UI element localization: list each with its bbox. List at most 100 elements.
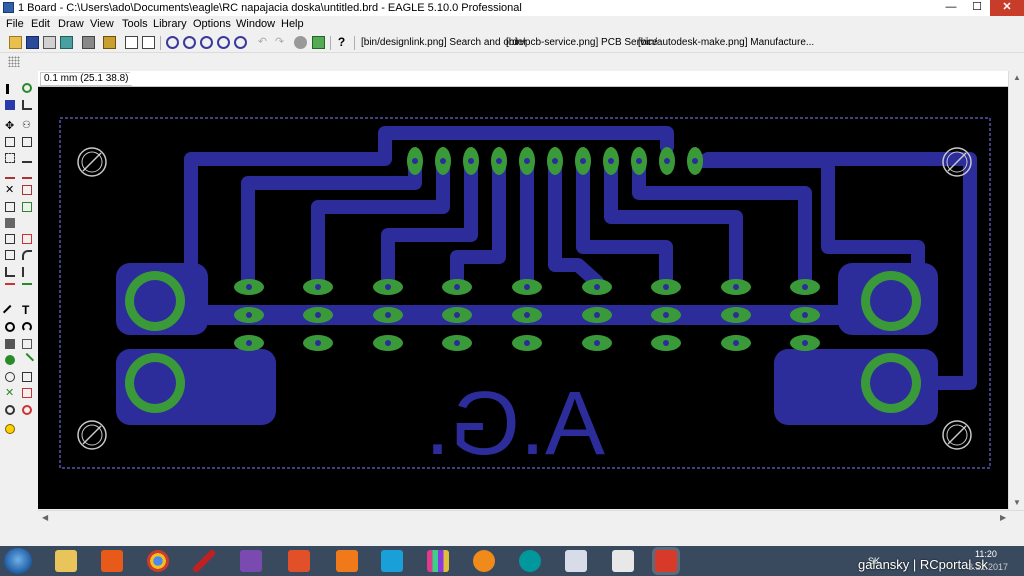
arduino-icon[interactable] xyxy=(519,550,541,572)
arc-icon[interactable] xyxy=(22,322,32,332)
menu-library[interactable]: Library xyxy=(153,18,187,30)
zoom-fit-icon[interactable] xyxy=(166,36,179,49)
delete-icon[interactable] xyxy=(22,169,32,179)
zoom-out-icon[interactable] xyxy=(200,36,213,49)
pcb-service-link[interactable]: [bin/pcb-service.png] PCB Service xyxy=(506,37,658,48)
menu-view[interactable]: View xyxy=(90,18,114,30)
stop-icon[interactable] xyxy=(294,36,307,49)
manufacture-link[interactable]: [bin/autodesk-make.png] Manufacture... xyxy=(638,37,814,48)
menu-edit[interactable]: Edit xyxy=(31,18,50,30)
split-icon[interactable]: ✕ xyxy=(5,185,15,196)
undo-icon[interactable]: ↶ xyxy=(256,36,269,49)
menu-file[interactable]: File xyxy=(6,18,24,30)
menu-options[interactable]: Options xyxy=(193,18,231,30)
group-icon[interactable] xyxy=(5,153,15,163)
explorer-icon[interactable] xyxy=(55,550,77,572)
display-icon[interactable] xyxy=(5,100,15,110)
cam-processor-icon[interactable] xyxy=(60,36,73,49)
bars-app-icon[interactable] xyxy=(427,550,449,572)
name-icon[interactable] xyxy=(5,202,15,212)
scroll-left-icon[interactable]: ◀ xyxy=(42,513,48,522)
box-app-icon[interactable] xyxy=(612,550,634,572)
ripup-icon[interactable] xyxy=(22,267,32,277)
menu-tools[interactable]: Tools xyxy=(122,18,148,30)
media-player-icon[interactable] xyxy=(101,550,123,572)
zoom-in-icon[interactable] xyxy=(183,36,196,49)
paste-icon[interactable] xyxy=(5,169,15,179)
visual-studio-icon[interactable] xyxy=(240,550,262,572)
board-canvas[interactable]: A.G. xyxy=(38,87,1008,509)
vertical-scrollbar[interactable]: ▲ ▼ xyxy=(1008,71,1024,510)
menu-window[interactable]: Window xyxy=(236,18,275,30)
eagle-taskbar-icon[interactable] xyxy=(655,550,677,572)
help-icon[interactable]: ? xyxy=(335,36,348,49)
ulp-icon[interactable] xyxy=(125,36,138,49)
rect-icon[interactable] xyxy=(5,339,15,349)
red-app-icon[interactable] xyxy=(193,550,215,572)
lock-icon[interactable] xyxy=(5,218,15,228)
ratsnest-icon[interactable] xyxy=(22,283,32,293)
text-icon[interactable]: T xyxy=(22,304,32,316)
warning-icon[interactable] xyxy=(5,424,15,434)
autoroute-icon[interactable] xyxy=(5,283,15,293)
scroll-right-icon[interactable]: ▶ xyxy=(1000,513,1006,522)
via-icon[interactable] xyxy=(5,355,15,365)
optimize-icon[interactable] xyxy=(22,250,32,260)
smash-icon[interactable] xyxy=(5,234,15,244)
eagle-app-icon[interactable] xyxy=(3,2,14,13)
wire-icon[interactable] xyxy=(2,304,18,320)
info-icon[interactable] xyxy=(6,84,9,94)
mirror-icon[interactable] xyxy=(5,137,15,147)
maximize-button[interactable]: ☐ xyxy=(964,0,990,16)
scroll-up-icon[interactable]: ▲ xyxy=(1013,73,1021,82)
pcb-layout[interactable]: A.G. xyxy=(38,87,1008,509)
miter-icon[interactable] xyxy=(22,234,32,244)
scr-icon[interactable] xyxy=(142,36,155,49)
mark-icon[interactable] xyxy=(22,100,32,110)
script-icon[interactable] xyxy=(103,36,116,49)
toolbar-grip[interactable] xyxy=(8,56,20,67)
rotate-icon[interactable] xyxy=(22,137,32,147)
value-icon[interactable] xyxy=(22,202,32,212)
save-icon[interactable] xyxy=(26,36,39,49)
polygon-icon[interactable] xyxy=(22,339,32,349)
move-icon[interactable]: ✥ xyxy=(5,121,15,132)
designlink-link[interactable]: [bin/designlink.png] Search and order xyxy=(361,37,527,48)
dimension-icon[interactable]: ✕ xyxy=(5,388,15,399)
horizontal-scrollbar[interactable]: ◀ ▶ xyxy=(38,510,1024,525)
app-c-icon[interactable] xyxy=(381,550,403,572)
fusion-icon[interactable] xyxy=(336,550,358,572)
hole-icon[interactable] xyxy=(5,372,15,382)
open-icon[interactable] xyxy=(9,36,22,49)
drc-icon[interactable] xyxy=(5,405,15,415)
html5-icon[interactable] xyxy=(288,550,310,572)
errors-icon[interactable] xyxy=(22,405,32,415)
attribute-icon[interactable] xyxy=(22,372,32,382)
orange-app-icon[interactable] xyxy=(473,550,495,572)
board-schematic-icon[interactable] xyxy=(82,36,95,49)
menu-help[interactable]: Help xyxy=(281,18,304,30)
redo-icon[interactable]: ↷ xyxy=(273,36,286,49)
add-icon[interactable] xyxy=(22,185,32,195)
power-terminal-drill xyxy=(870,280,912,322)
start-button[interactable] xyxy=(4,548,32,574)
route-icon[interactable] xyxy=(5,267,15,277)
command-input[interactable] xyxy=(130,71,1013,85)
calculator-icon[interactable] xyxy=(565,550,587,572)
signal-icon[interactable] xyxy=(19,352,35,368)
zoom-redraw-icon[interactable] xyxy=(217,36,230,49)
split-wire-icon[interactable] xyxy=(5,250,15,260)
menu-draw[interactable]: Draw xyxy=(58,18,84,30)
close-button[interactable]: ✕ xyxy=(990,0,1024,16)
circle-icon[interactable] xyxy=(5,322,15,332)
chrome-icon[interactable] xyxy=(147,550,169,572)
copy-icon[interactable]: ⚇ xyxy=(22,121,32,131)
minimize-button[interactable]: — xyxy=(938,0,964,16)
change-icon[interactable] xyxy=(22,153,32,163)
ratsnest-grid-icon[interactable] xyxy=(22,388,32,398)
print-icon[interactable] xyxy=(43,36,56,49)
go-icon[interactable] xyxy=(312,36,325,49)
zoom-select-icon[interactable] xyxy=(234,36,247,49)
scroll-down-icon[interactable]: ▼ xyxy=(1013,498,1021,507)
show-icon[interactable] xyxy=(22,83,32,93)
